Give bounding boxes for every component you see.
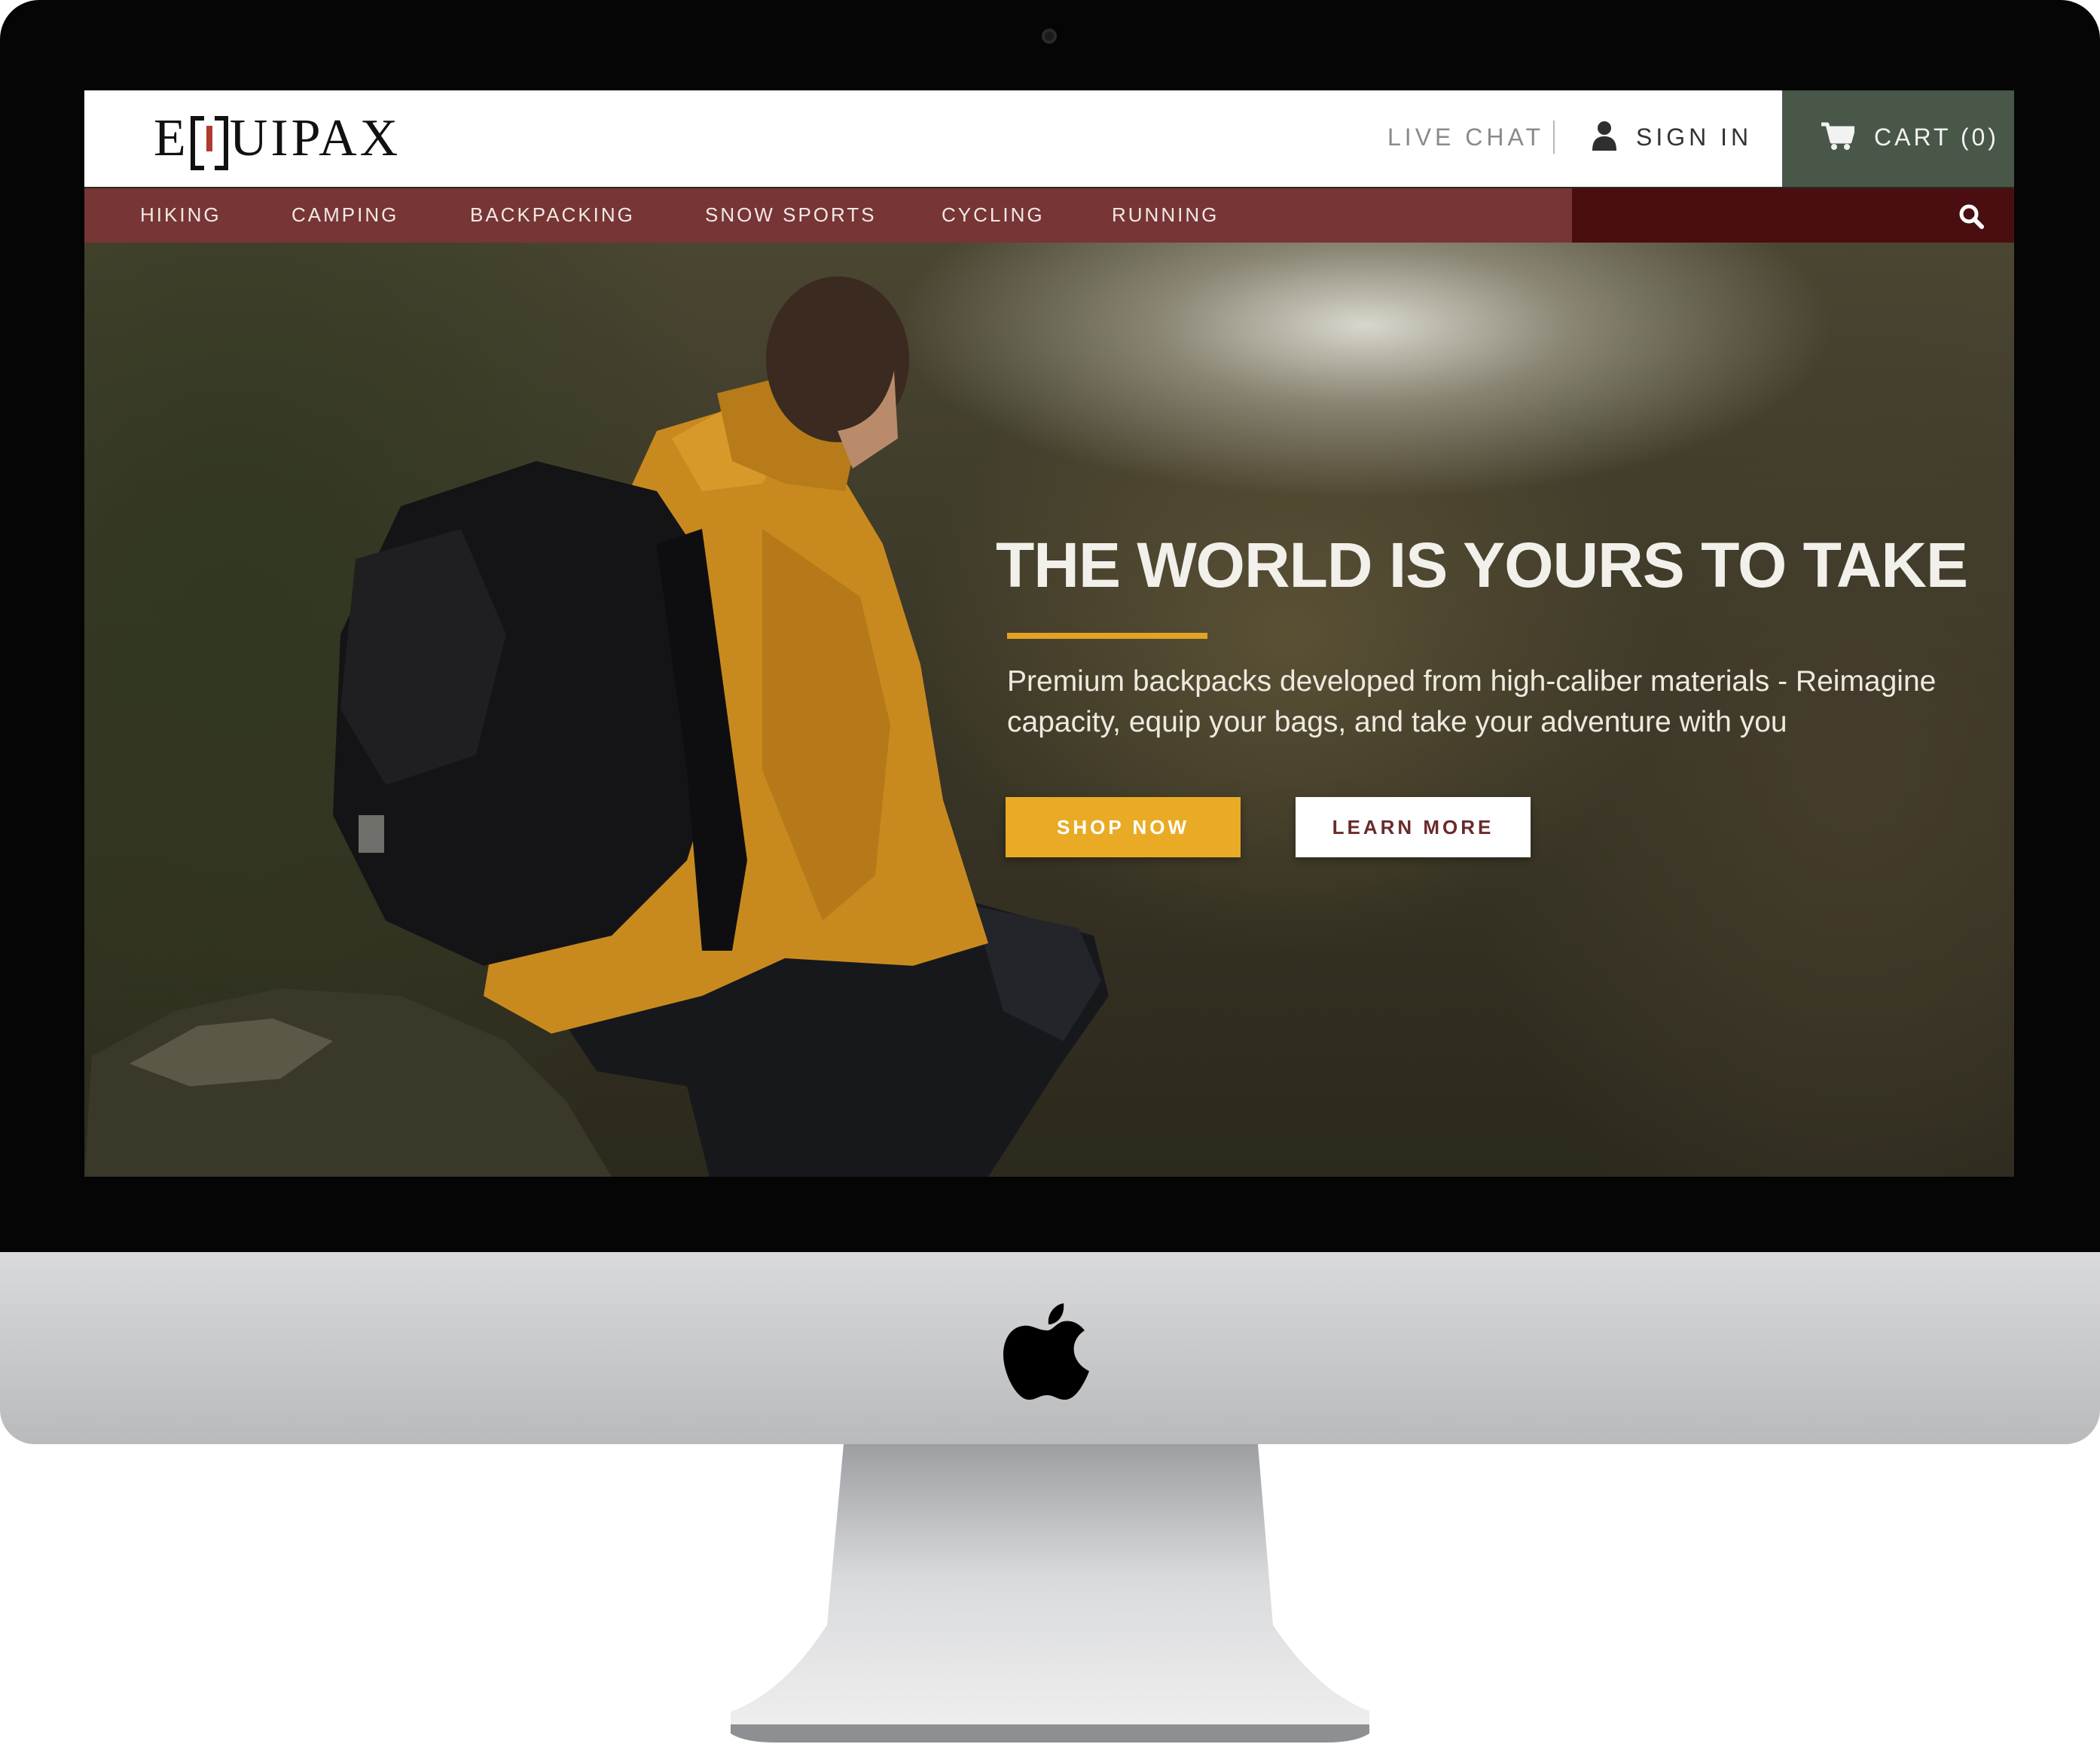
nav-item-backpacking[interactable]: BACKPACKING — [470, 203, 635, 227]
sign-in-link[interactable]: SIGN IN — [1636, 124, 1752, 151]
browser-screen: E UIPAX LIVE CHAT SIGN IN CART (0) HIKIN… — [84, 90, 2014, 1177]
camera-icon — [1042, 29, 1057, 44]
hero-accent-rule — [1007, 633, 1207, 639]
cart-label: CART (0) — [1874, 124, 1999, 151]
brand-logo[interactable]: E UIPAX — [154, 107, 401, 170]
logo-text-right: UIPAX — [229, 109, 401, 167]
nav-item-hiking[interactable]: HIKING — [140, 203, 221, 227]
logo-mark-icon — [190, 116, 228, 170]
apple-logo-icon — [1003, 1303, 1089, 1400]
user-icon[interactable] — [1591, 121, 1618, 151]
category-nav: HIKING CAMPING BACKPACKING SNOW SPORTS C… — [84, 188, 2014, 243]
search-area[interactable] — [1572, 188, 2014, 243]
hero-banner: THE WORLD IS YOURS TO TAKE Premium backp… — [84, 243, 2014, 1177]
nav-item-snow-sports[interactable]: SNOW SPORTS — [705, 203, 877, 227]
cart-icon — [1821, 122, 1854, 150]
live-chat-link[interactable]: LIVE CHAT — [1387, 124, 1544, 151]
hero-subtitle: Premium backpacks developed from high-ca… — [1007, 665, 1937, 738]
learn-more-button[interactable]: LEARN MORE — [1296, 797, 1531, 857]
logo-text-left: E — [154, 109, 189, 167]
monitor-stand — [731, 1444, 1369, 1742]
shop-now-button[interactable]: SHOP NOW — [1006, 797, 1241, 857]
search-icon[interactable] — [1958, 203, 1984, 229]
nav-item-running[interactable]: RUNNING — [1112, 203, 1219, 227]
cart-button[interactable]: CART (0) — [1782, 90, 2014, 187]
nav-item-camping[interactable]: CAMPING — [291, 203, 398, 227]
hero-title: THE WORLD IS YOURS TO TAKE — [996, 530, 1968, 600]
top-header: E UIPAX LIVE CHAT SIGN IN CART (0) — [84, 90, 2014, 187]
header-divider — [1553, 121, 1555, 154]
nav-item-cycling[interactable]: CYCLING — [942, 203, 1045, 227]
